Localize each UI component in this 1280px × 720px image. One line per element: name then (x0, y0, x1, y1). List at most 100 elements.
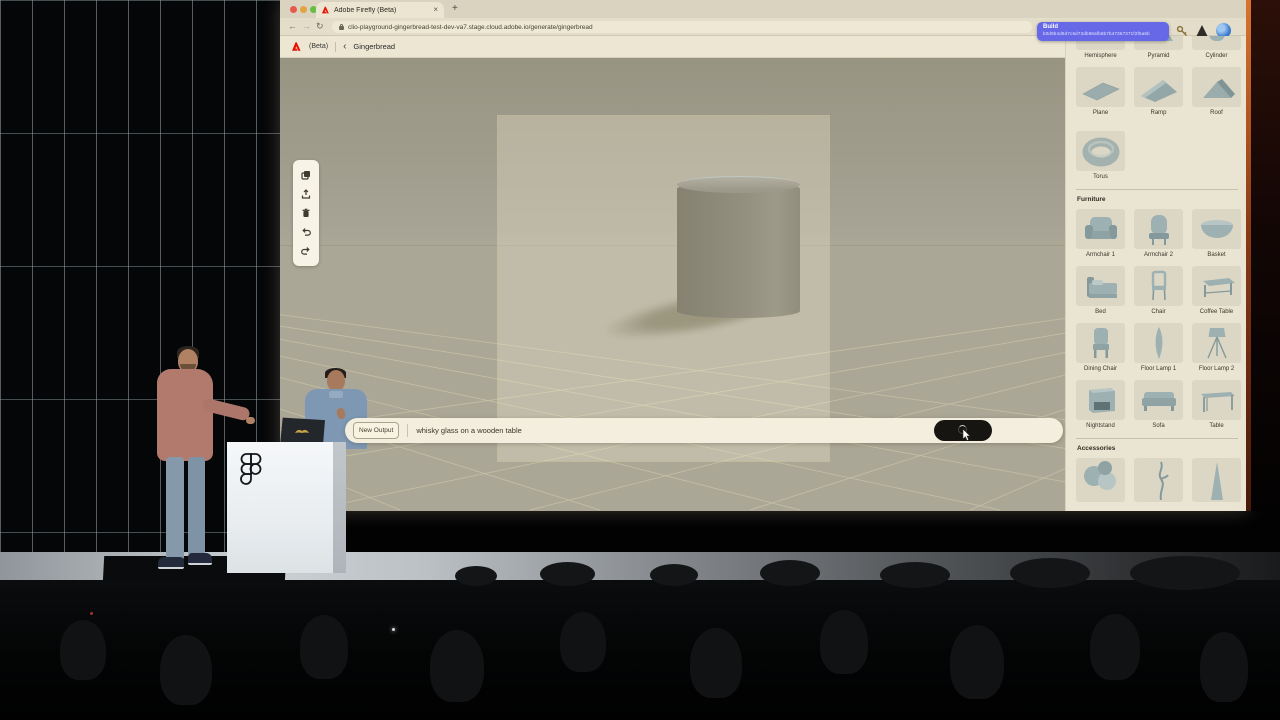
adobe-favicon-icon (322, 6, 330, 14)
armchair-1-thumbnail (1076, 209, 1125, 249)
presenter-1-leg (188, 457, 205, 556)
asset-tile-ramp[interactable]: Ramp (1134, 67, 1183, 117)
branch-thumbnail (1134, 458, 1183, 502)
chair-thumbnail (1134, 266, 1183, 306)
torus-thumbnail (1076, 131, 1125, 171)
roof-thumbnail (1192, 67, 1241, 107)
asset-tile-chair[interactable]: Chair (1134, 266, 1183, 316)
red-light-speck (90, 612, 93, 615)
asset-tile-floor-lamp-2[interactable]: Floor Lamp 2 (1192, 323, 1241, 373)
browser-tab-strip: Adobe Firefly (Beta) × + (280, 0, 1248, 18)
gold-wings-sticker-icon (294, 427, 310, 436)
floor-lamp-2-thumbnail (1192, 323, 1241, 363)
asset-tile-basket[interactable]: Basket (1192, 209, 1241, 259)
trash-icon[interactable] (300, 207, 312, 219)
beta-label: (Beta) (309, 43, 328, 50)
asset-tile-sofa[interactable]: Sofa (1134, 380, 1183, 430)
accessories-section-header: Accessories (1077, 445, 1238, 452)
phone-light-speck (392, 628, 395, 631)
cylinder-top-face (677, 176, 800, 193)
presenter-1-hand (246, 417, 255, 424)
coffee-table-thumbnail (1192, 266, 1241, 306)
asset-tile-bed[interactable]: Bed (1076, 266, 1125, 316)
back-button[interactable]: ← (288, 21, 297, 31)
asset-tile-table[interactable]: Table (1192, 380, 1241, 430)
stage-right-darkness (1251, 0, 1280, 511)
generate-button[interactable] (934, 420, 992, 441)
asset-tile-coffee-table[interactable]: Coffee Table (1192, 266, 1241, 316)
canvas-tool-rail (293, 160, 319, 266)
lectern-side-face (333, 442, 346, 573)
back-chevron-icon[interactable]: ‹ (343, 42, 346, 52)
plane-thumbnail (1076, 67, 1125, 107)
basket-thumbnail (1192, 209, 1241, 249)
floor-lamp-1-thumbnail (1134, 323, 1183, 363)
asset-tile-armchair-2[interactable]: Armchair 2 (1134, 209, 1183, 259)
adobe-logo-icon (292, 42, 302, 51)
asset-library-panel[interactable]: Hemisphere Pyramid Cylinder Plane (1065, 36, 1248, 511)
presenter-1-leg (166, 457, 184, 561)
dining-chair-thumbnail (1076, 323, 1125, 363)
figma-logo-icon (239, 452, 263, 488)
tab-close-icon[interactable]: × (433, 6, 438, 14)
podium-lectern (227, 442, 333, 573)
furniture-section-header: Furniture (1077, 196, 1238, 203)
asset-tile-torus[interactable]: Torus (1076, 131, 1125, 181)
new-tab-button[interactable]: + (452, 3, 458, 14)
page-title: Gingerbread (353, 42, 395, 51)
asset-tile-dining-chair[interactable]: Dining Chair (1076, 323, 1125, 373)
asset-tile-plane[interactable]: Plane (1076, 67, 1125, 117)
traffic-light-minimize[interactable] (300, 6, 307, 13)
asset-tile-floor-lamp-1[interactable]: Floor Lamp 1 (1134, 323, 1183, 373)
undo-icon[interactable] (300, 226, 312, 238)
audience-silhouettes (0, 580, 1280, 720)
cylinder-thumbnail (1192, 36, 1241, 50)
section-divider (1076, 438, 1238, 439)
asset-tile-branch[interactable] (1134, 458, 1183, 502)
duplicate-icon[interactable] (300, 169, 312, 181)
keynote-stage-photo: Adobe Firefly (Beta) × + ← → ↻ clio-play… (0, 0, 1280, 720)
address-bar[interactable]: clio-playground-gingerbread-test-dev-va7… (332, 21, 1032, 33)
forward-button[interactable]: → (302, 21, 311, 31)
traffic-light-close[interactable] (290, 6, 297, 13)
armchair-2-thumbnail (1134, 209, 1183, 249)
new-output-button[interactable]: New Output (353, 422, 399, 439)
presenter-1-hoodie (157, 369, 213, 461)
asset-tile-cone[interactable] (1192, 458, 1241, 502)
scene-viewport[interactable] (280, 58, 1065, 511)
tab-title: Adobe Firefly (Beta) (334, 7, 429, 14)
asset-tile-roof[interactable]: Roof (1192, 67, 1241, 117)
balloons-thumbnail (1076, 458, 1125, 502)
reload-button[interactable]: ↻ (316, 21, 324, 31)
nightstand-thumbnail (1076, 380, 1125, 420)
asset-tile-cylinder[interactable]: Cylinder (1192, 36, 1241, 60)
asset-tile-balloons[interactable] (1076, 458, 1125, 502)
prompt-bar: New Output whisky glass on a wooden tabl… (345, 418, 1063, 443)
asset-tile-nightstand[interactable]: Nightstand (1076, 380, 1125, 430)
cone-thumbnail (1192, 458, 1241, 502)
browser-tab[interactable]: Adobe Firefly (Beta) × (316, 2, 444, 18)
header-divider (335, 42, 336, 52)
redo-icon[interactable] (300, 245, 312, 257)
lock-icon (339, 24, 344, 30)
asset-tile-armchair-1[interactable]: Armchair 1 (1076, 209, 1125, 259)
firefly-app-header: (Beta) ‹ Gingerbread (280, 36, 1065, 58)
build-tooltip: Build b0d9b4d9d7c6d72db96afb8b7b47367371… (1037, 22, 1169, 41)
presenter-1-shoe (188, 553, 212, 565)
presenter-1-shoe (158, 557, 184, 569)
section-divider (1076, 189, 1238, 190)
prompt-divider (407, 424, 408, 437)
export-icon[interactable] (300, 188, 312, 200)
mouse-cursor (962, 429, 971, 441)
build-tooltip-hash: b0d9b4d9d7c6d72db96afb8b7b47367371f2f5a6… (1043, 31, 1163, 37)
presenter-2-collar (329, 391, 343, 398)
cylinder-object[interactable] (677, 182, 800, 318)
presenter-2-head (327, 370, 345, 391)
bed-thumbnail (1076, 266, 1125, 306)
projected-browser-screen: Adobe Firefly (Beta) × + ← → ↻ clio-play… (280, 0, 1248, 511)
ramp-thumbnail (1134, 67, 1183, 107)
sofa-thumbnail (1134, 380, 1183, 420)
table-thumbnail (1192, 380, 1241, 420)
build-tooltip-title: Build (1043, 24, 1163, 31)
url-text: clio-playground-gingerbread-test-dev-va7… (348, 24, 593, 31)
